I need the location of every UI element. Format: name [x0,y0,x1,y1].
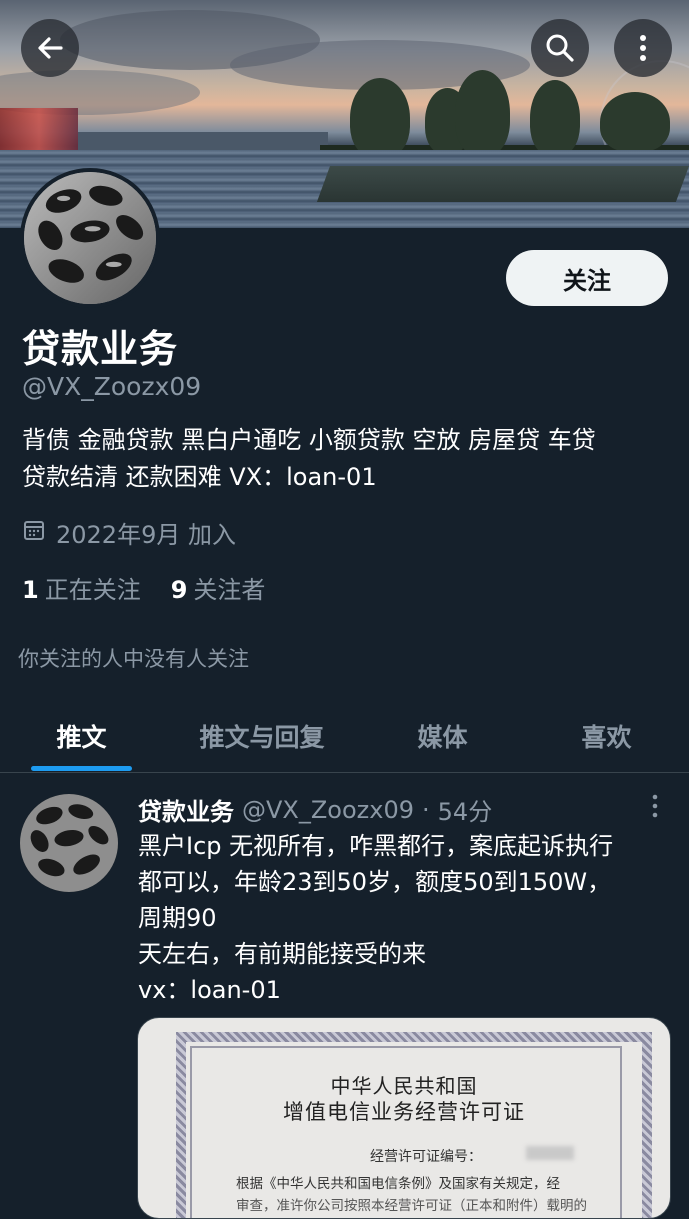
joined-text: 2022年9月 加入 [56,521,236,549]
avatar-cars-image [24,172,156,304]
certificate-body-line1: 根据《中华人民共和国电信条例》及国家有关规定，经 [236,1176,560,1192]
joined-date: 2022年9月 加入 [22,515,236,550]
search-button[interactable] [531,19,589,77]
following-link[interactable]: 1 正在关注 [22,570,141,605]
profile-bio: 背债 金融贷款 黑白户通吃 小额贷款 空放 房屋贷 车贷 贷款结清 还款困难 V… [22,422,682,496]
profile-avatar[interactable] [20,168,160,308]
tweet-author-name[interactable]: 贷款业务 [138,792,234,827]
bio-line: 贷款结清 还款困难 VX：loan-01 [22,463,377,491]
followers-link[interactable]: 9 关注者 [171,570,266,605]
certificate-title-line1: 中华人民共和国 [330,1074,478,1098]
tweet-text: 黑户Icp 无视所有，咋黑都行，案底起诉执行 都可以，年龄23到50岁，额度50… [138,828,678,1008]
tweet-author-handle[interactable]: @VX_Zoozx09 [242,796,414,824]
tweet-text-line: 都可以，年龄23到50岁，额度50到150W， [138,868,612,896]
tab-tweets-and-replies[interactable]: 推文与回复 [163,700,361,772]
tab-tweets[interactable]: 推文 [0,700,163,772]
follow-stats: 1 正在关注 9 关注者 [22,570,265,605]
following-label: 正在关注 [44,576,141,604]
tweet-header: 贷款业务 @VX_Zoozx09 · 54分 [138,792,492,827]
bio-line: 背债 金融贷款 黑白户通吃 小额贷款 空放 房屋贷 车贷 [22,426,596,454]
tab-likes[interactable]: 喜欢 [524,700,689,772]
mutual-followers-text: 你关注的人中没有人关注 [18,647,249,671]
active-tab-indicator [31,766,132,771]
avatar-cars-image [20,794,118,892]
tweet-timestamp[interactable]: 54分 [438,792,493,827]
tweet-avatar[interactable] [20,794,118,892]
back-button[interactable] [21,19,79,77]
tweet-text-line: 周期90 [138,904,217,932]
calendar-icon [22,518,46,548]
certificate-body-line2: 审查，准许你公司按照本经营许可证（正本和附件）载明的 [236,1198,587,1214]
profile-handle: @VX_Zoozx09 [22,372,202,401]
followers-label: 关注者 [193,576,266,604]
more-vertical-icon [638,33,648,63]
more-vertical-icon [651,794,659,822]
profile-name: 贷款业务 [22,327,179,371]
tweet-text-line: 黑户Icp 无视所有，咋黑都行，案底起诉执行 [138,832,614,860]
certificate-number-redacted [526,1146,574,1160]
tweet-text-line: 天左右，有前期能接受的来 [138,940,426,968]
profile-tabs: 推文 推文与回复 媒体 喜欢 [0,700,689,773]
certificate-title-line2: 增值电信业务经营许可证 [283,1100,525,1124]
follow-button[interactable]: 关注 [506,250,668,306]
tweet-text-line: vx：loan-01 [138,976,281,1004]
following-count: 1 [22,576,39,604]
arrow-left-icon [35,33,65,63]
tweet-media-image[interactable]: 中华人民共和国 增值电信业务经营许可证 经营许可证编号： 根据《中华人民共和国电… [137,1017,671,1219]
tweet-more-button[interactable] [643,794,667,822]
more-options-button[interactable] [614,19,672,77]
separator-dot: · [422,795,430,824]
tab-media[interactable]: 媒体 [361,700,524,772]
certificate-number-label: 经营许可证编号： [370,1149,482,1165]
followers-count: 9 [170,576,188,604]
search-icon [544,32,576,64]
